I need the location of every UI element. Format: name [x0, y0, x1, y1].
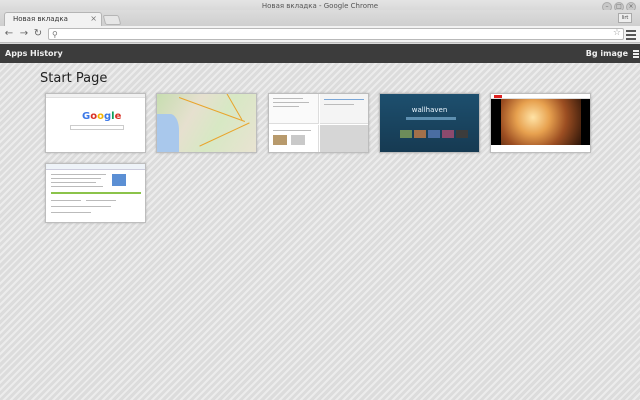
toolbar: ← → ↻ ⚲ ☆: [0, 26, 640, 43]
user-badge[interactable]: lirt: [618, 13, 632, 23]
google-search-box: [70, 125, 124, 130]
bookmark-bar: Apps History Bg image: [0, 44, 640, 63]
tile-pages[interactable]: [268, 93, 369, 153]
bg-image-link[interactable]: Bg image: [586, 49, 628, 58]
page-title: Start Page: [40, 71, 108, 86]
tile-wallhaven[interactable]: wallhaven: [379, 93, 480, 153]
chrome-menu-button[interactable]: [626, 28, 636, 40]
tab-close-icon[interactable]: ×: [90, 14, 97, 23]
tile-maps[interactable]: [156, 93, 257, 153]
google-logo: Google: [82, 111, 122, 122]
bookmark-apps[interactable]: Apps: [5, 49, 27, 58]
start-page: Start Page Google wallhaven: [0, 63, 640, 400]
tile-document[interactable]: [45, 163, 146, 223]
tab-label: Новая вкладка: [13, 15, 68, 23]
bookmark-history[interactable]: History: [30, 49, 63, 58]
forward-button[interactable]: →: [18, 28, 30, 40]
map-preview: [157, 94, 256, 152]
back-button[interactable]: ←: [3, 28, 15, 40]
new-tab-button[interactable]: [102, 15, 122, 25]
star-icon[interactable]: ☆: [613, 28, 621, 38]
address-input[interactable]: [63, 29, 603, 39]
video-preview: [491, 99, 590, 145]
wallhaven-caption: wallhaven: [411, 106, 448, 114]
omnibox[interactable]: ⚲ ☆: [48, 28, 624, 40]
video-logo-icon: [494, 95, 502, 98]
tile-toolbar: [46, 94, 145, 98]
search-icon: ⚲: [52, 30, 58, 39]
bookmark-menu-icon[interactable]: [633, 49, 639, 58]
tile-video[interactable]: [490, 93, 591, 153]
tile-google[interactable]: Google: [45, 93, 146, 153]
reload-button[interactable]: ↻: [32, 28, 44, 40]
tab-strip: Новая вкладка × lirt: [0, 10, 640, 26]
tab-new-tab[interactable]: Новая вкладка ×: [4, 12, 102, 26]
window-title: Новая вкладка - Google Chrome: [261, 2, 379, 10]
